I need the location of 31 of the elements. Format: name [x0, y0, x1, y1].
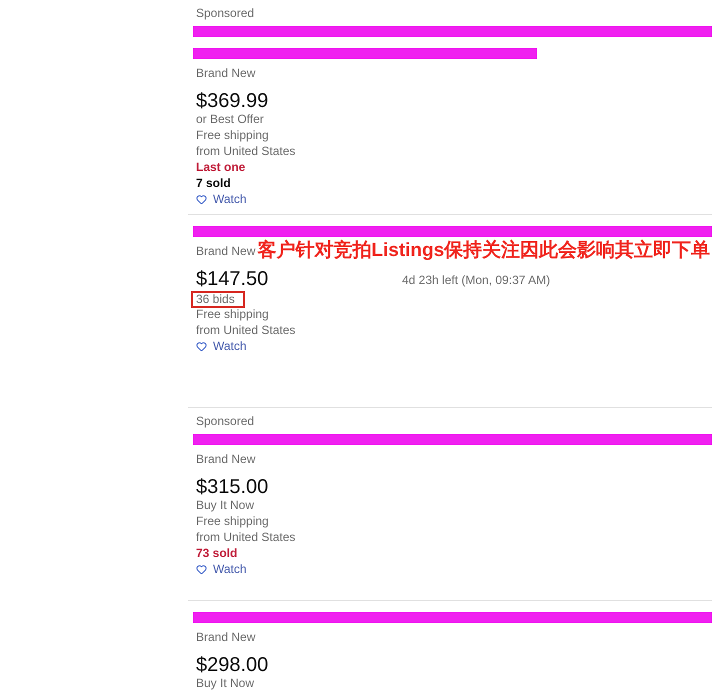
shipping-text: Free shipping — [196, 127, 269, 143]
purchase-option-text: 36 bids — [191, 291, 245, 308]
shipping-text: Free shipping — [196, 513, 269, 529]
heart-icon — [196, 194, 207, 204]
condition-label: Brand New — [196, 65, 256, 81]
item-price: $369.99 — [196, 90, 268, 112]
sponsored-label: Sponsored — [196, 5, 254, 21]
annotation-text: 客户针对竞拍Listings保持关注因此会影响其立即下单 — [257, 240, 710, 262]
purchase-option-text: Buy It Now — [196, 497, 254, 513]
shipping-text: Free shipping — [196, 306, 269, 322]
purchase-option-text: or Best Offer — [196, 111, 264, 127]
item-price: $298.00 — [196, 654, 268, 676]
stock-status: 7 sold — [196, 175, 231, 191]
watch-button[interactable]: Watch — [196, 338, 247, 354]
stock-status: Last one — [196, 159, 246, 175]
item-price: $147.50 — [196, 268, 268, 290]
heart-icon — [196, 340, 207, 352]
location-text: from United States — [196, 143, 296, 159]
condition-label: Brand New — [196, 243, 256, 259]
watch-button[interactable]: Watch — [196, 191, 247, 207]
purchase-option-text: Buy It Now — [196, 675, 254, 691]
heart-icon — [196, 564, 207, 574]
time-left-text: 4d 23h left (Mon, 09:37 AM) — [402, 272, 550, 288]
location-text: from United States — [196, 322, 296, 338]
condition-label: Brand New — [196, 451, 256, 467]
item-price: $315.00 — [196, 476, 268, 498]
sponsored-label: Sponsored — [196, 413, 254, 429]
watch-button[interactable]: Watch — [196, 561, 247, 577]
location-text: from United States — [196, 529, 296, 545]
stock-status: 73 sold — [196, 545, 238, 561]
condition-label: Brand New — [196, 629, 256, 645]
